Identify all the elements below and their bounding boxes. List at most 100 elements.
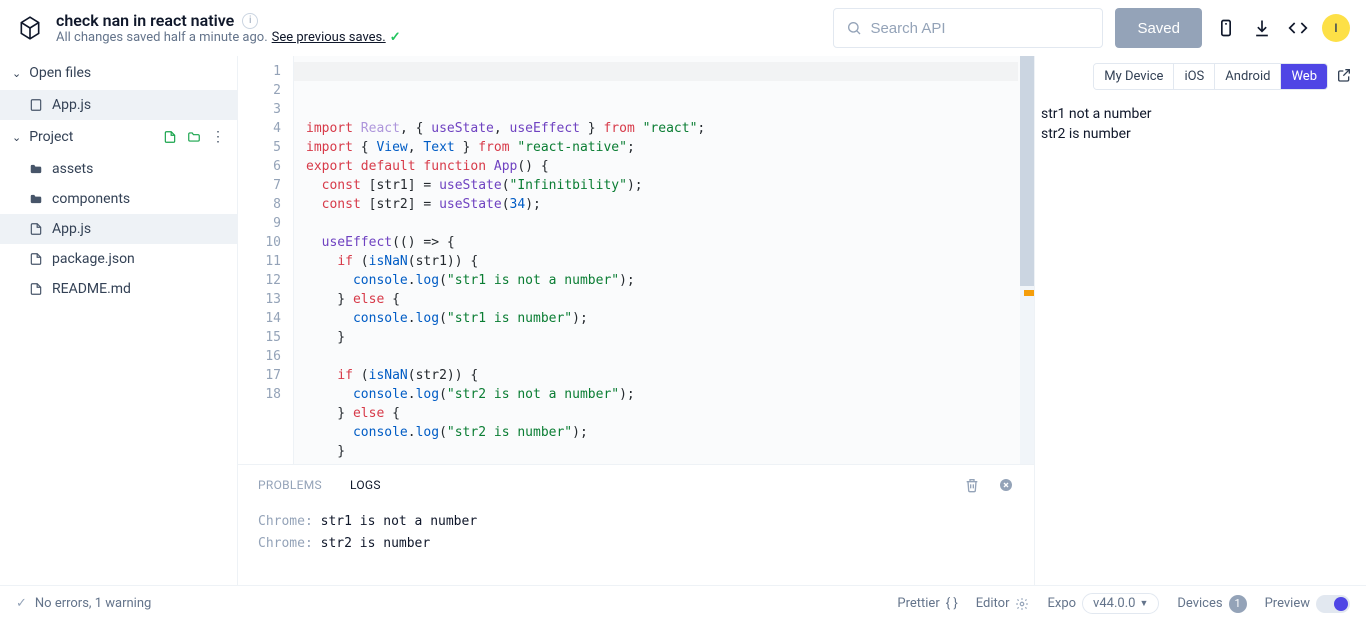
expo-version: v44.0.0 bbox=[1093, 596, 1135, 611]
preview-output: str1 not a number str2 is number bbox=[1035, 96, 1366, 585]
sidebar: ⌄ Open files App.js ⌄ Project ⋮ assets co… bbox=[0, 56, 238, 585]
console-output: Chrome: str1 is not a numberChrome: str2… bbox=[238, 505, 1034, 585]
folder-icon bbox=[28, 191, 44, 207]
code-line[interactable]: console.log("str1 is not a number"); bbox=[306, 271, 1034, 290]
code-line[interactable]: console.log("str1 is number"); bbox=[306, 309, 1034, 328]
code-editor[interactable]: 123456789101112131415161718 import React… bbox=[238, 56, 1034, 464]
item-name: App.js bbox=[52, 221, 91, 237]
close-icon[interactable] bbox=[998, 477, 1014, 493]
item-name: package.json bbox=[52, 251, 135, 267]
download-icon[interactable] bbox=[1250, 16, 1274, 40]
code-line[interactable]: const [str1] = useState("Infinitbility")… bbox=[306, 176, 1034, 195]
tab-web[interactable]: Web bbox=[1280, 64, 1327, 89]
preview-toggle[interactable] bbox=[1316, 595, 1350, 613]
search-box[interactable] bbox=[833, 8, 1103, 48]
project-title[interactable]: check nan in react native bbox=[56, 11, 234, 30]
code-line[interactable]: } else { bbox=[306, 404, 1034, 423]
code-line[interactable]: } bbox=[306, 442, 1034, 461]
header: check nan in react native i All changes … bbox=[0, 0, 1366, 56]
gear-icon bbox=[1015, 597, 1029, 611]
code-line[interactable]: console.log("str2 is not a number"); bbox=[306, 385, 1034, 404]
file-icon bbox=[28, 281, 44, 297]
item-name: README.md bbox=[52, 281, 131, 297]
chevron-down-icon: ⌄ bbox=[12, 131, 21, 144]
file-icon bbox=[28, 251, 44, 267]
status-errors[interactable]: No errors, 1 warning bbox=[35, 596, 151, 611]
log-line: Chrome: str2 is number bbox=[258, 533, 1014, 555]
scrollbar-thumb[interactable] bbox=[1020, 56, 1034, 286]
popout-icon[interactable] bbox=[1336, 67, 1354, 85]
open-files-section[interactable]: ⌄ Open files bbox=[0, 56, 237, 90]
file-item[interactable]: package.json bbox=[0, 244, 237, 274]
embed-icon[interactable] bbox=[1286, 16, 1310, 40]
tab-android[interactable]: Android bbox=[1214, 64, 1280, 89]
folder-item[interactable]: components bbox=[0, 184, 237, 214]
status-preview[interactable]: Preview bbox=[1265, 595, 1350, 613]
trash-icon[interactable] bbox=[964, 477, 980, 493]
code-line[interactable]: import { View, Text } from "react-native… bbox=[306, 138, 1034, 157]
file-icon bbox=[28, 221, 44, 237]
editor-column: 123456789101112131415161718 import React… bbox=[238, 56, 1034, 585]
status-bar: ✓ No errors, 1 warning Prettier { } Edit… bbox=[0, 585, 1366, 621]
status-prettier[interactable]: Prettier { } bbox=[897, 596, 957, 611]
overview-marker bbox=[1024, 290, 1034, 296]
status-devices[interactable]: Devices 1 bbox=[1177, 595, 1246, 613]
saved-button[interactable]: Saved bbox=[1115, 8, 1202, 48]
search-icon bbox=[846, 20, 862, 36]
search-input[interactable] bbox=[870, 20, 1090, 37]
folder-item[interactable]: assets bbox=[0, 154, 237, 184]
braces-icon: { } bbox=[946, 596, 958, 611]
code-line[interactable]: } else { bbox=[306, 290, 1034, 309]
main: ⌄ Open files App.js ⌄ Project ⋮ assets co… bbox=[0, 56, 1366, 585]
file-name: App.js bbox=[52, 97, 91, 113]
project-label: Project bbox=[29, 129, 73, 145]
title-block: check nan in react native i All changes … bbox=[56, 11, 401, 45]
project-section[interactable]: ⌄ Project ⋮ bbox=[0, 120, 237, 154]
code-area[interactable]: import React, { useState, useEffect } fr… bbox=[294, 56, 1034, 464]
platform-tabs: My Device iOS Android Web bbox=[1093, 63, 1328, 90]
folder-icon bbox=[28, 161, 44, 177]
status-expo[interactable]: Expo v44.0.0▼ bbox=[1047, 593, 1159, 614]
log-line: Chrome: str1 is not a number bbox=[258, 511, 1014, 533]
code-line[interactable]: if (isNaN(str2)) { bbox=[306, 366, 1034, 385]
js-file-icon bbox=[28, 97, 44, 113]
open-file-item[interactable]: App.js bbox=[0, 90, 237, 120]
code-line[interactable]: import React, { useState, useEffect } fr… bbox=[306, 119, 1034, 138]
code-line[interactable]: export default function App() { bbox=[306, 157, 1034, 176]
code-line[interactable]: } bbox=[306, 328, 1034, 347]
tab-logs[interactable]: LOGS bbox=[350, 478, 381, 492]
line-gutter: 123456789101112131415161718 bbox=[238, 56, 294, 464]
avatar[interactable]: I bbox=[1322, 14, 1350, 42]
file-item[interactable]: README.md bbox=[0, 274, 237, 304]
tab-problems[interactable]: PROBLEMS bbox=[258, 478, 322, 492]
check-icon: ✓ bbox=[390, 30, 401, 45]
save-status-text: All changes saved half a minute ago. bbox=[56, 30, 268, 45]
save-status: All changes saved half a minute ago. See… bbox=[56, 30, 401, 45]
console-panel: PROBLEMS LOGS Chrome: str1 is not a numb… bbox=[238, 464, 1034, 585]
preview-line: str1 not a number bbox=[1041, 104, 1360, 124]
info-icon[interactable]: i bbox=[242, 13, 258, 29]
status-editor[interactable]: Editor bbox=[976, 596, 1030, 611]
previous-saves-link[interactable]: See previous saves. bbox=[272, 30, 386, 45]
code-line[interactable] bbox=[306, 347, 1034, 366]
new-file-icon[interactable] bbox=[163, 130, 177, 144]
code-line[interactable]: const [str2] = useState(34); bbox=[306, 195, 1034, 214]
item-name: assets bbox=[52, 161, 93, 177]
run-on-device-icon[interactable] bbox=[1214, 16, 1238, 40]
code-line[interactable]: useEffect(() => { bbox=[306, 233, 1034, 252]
snack-logo-icon[interactable] bbox=[16, 14, 44, 42]
more-icon[interactable]: ⋮ bbox=[211, 129, 225, 145]
check-icon: ✓ bbox=[16, 596, 27, 611]
chevron-down-icon: ⌄ bbox=[12, 67, 21, 80]
code-line[interactable]: console.log("str2 is number"); bbox=[306, 423, 1034, 442]
open-files-label: Open files bbox=[29, 65, 91, 81]
tab-ios[interactable]: iOS bbox=[1173, 64, 1214, 89]
active-line-highlight bbox=[294, 62, 1018, 81]
file-item[interactable]: App.js bbox=[0, 214, 237, 244]
code-line[interactable]: if (isNaN(str1)) { bbox=[306, 252, 1034, 271]
new-folder-icon[interactable] bbox=[187, 130, 201, 144]
preview-pane: My Device iOS Android Web str1 not a num… bbox=[1034, 56, 1366, 585]
preview-line: str2 is number bbox=[1041, 124, 1360, 144]
tab-my-device[interactable]: My Device bbox=[1094, 64, 1173, 89]
code-line[interactable] bbox=[306, 214, 1034, 233]
